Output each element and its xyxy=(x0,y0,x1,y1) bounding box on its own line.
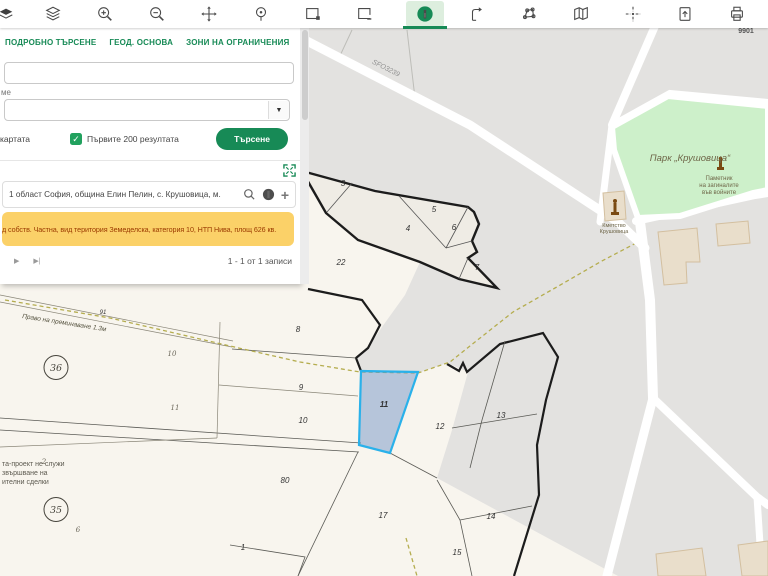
layers-icon[interactable] xyxy=(34,1,72,27)
svg-text:6: 6 xyxy=(452,223,457,232)
svg-text:i: i xyxy=(267,190,269,199)
svg-text:9: 9 xyxy=(299,383,304,392)
svg-text:6: 6 xyxy=(76,526,81,534)
pagination-info: 1 - 1 от 1 записи xyxy=(228,256,292,266)
svg-text:36: 36 xyxy=(50,363,62,374)
last-page-icon[interactable]: ▶| xyxy=(33,257,40,265)
result-row-text: 1 област София, община Елин Пелин, с. Кр… xyxy=(3,190,243,199)
svg-text:ителни сделки: ителни сделки xyxy=(2,479,49,486)
add-result-icon[interactable]: + xyxy=(281,188,289,202)
svg-text:80: 80 xyxy=(281,476,290,485)
pagination: ▶ ▶| 1 - 1 от 1 записи xyxy=(0,252,292,270)
svg-text:във войните: във войните xyxy=(702,189,737,196)
svg-text:1: 1 xyxy=(241,543,245,552)
svg-text:3: 3 xyxy=(341,179,346,188)
top-toolbar: i xyxy=(0,0,768,28)
svg-text:10: 10 xyxy=(299,416,308,425)
quarter-number-label: 9901 xyxy=(738,28,754,35)
result-info-icon[interactable]: i xyxy=(262,188,275,201)
location-pin-icon[interactable] xyxy=(242,1,280,27)
svg-text:10: 10 xyxy=(168,350,177,358)
show-on-map-label: картата xyxy=(0,134,30,144)
svg-text:35: 35 xyxy=(50,505,62,516)
field-label: ме xyxy=(1,88,11,97)
next-page-icon[interactable]: ▶ xyxy=(14,257,19,265)
svg-text:13: 13 xyxy=(497,411,506,420)
svg-text:2: 2 xyxy=(41,458,47,466)
expand-results-icon[interactable] xyxy=(283,164,296,177)
first-200-label: Първите 200 резултата xyxy=(87,134,179,144)
svg-text:8: 8 xyxy=(296,325,301,334)
search-button[interactable]: Търсене xyxy=(216,128,288,150)
map-sheet-icon[interactable] xyxy=(562,1,600,27)
info-icon[interactable]: i xyxy=(406,1,444,27)
panel-scrollbar[interactable] xyxy=(300,28,309,284)
result-row[interactable]: 1 област София, община Елин Пелин, с. Кр… xyxy=(2,181,296,208)
tab-geodetic-basis[interactable]: ГЕОД. ОСНОВА xyxy=(109,38,173,47)
search-result-icon[interactable] xyxy=(243,188,256,201)
tab-restriction-zones[interactable]: ЗОНИ НА ОГРАНИЧЕНИЯ xyxy=(186,38,289,47)
svg-text:4: 4 xyxy=(406,224,411,233)
svg-text:11: 11 xyxy=(171,404,180,412)
svg-text:15: 15 xyxy=(453,548,462,557)
svg-text:звършване на: звършване на xyxy=(2,470,48,477)
measure-corner-icon[interactable] xyxy=(458,1,496,27)
townhall-label: Кметство Крушовица xyxy=(600,223,630,235)
svg-text:Крушовица: Крушовица xyxy=(600,229,630,235)
zoom-out-icon[interactable] xyxy=(138,1,176,27)
svg-text:на загиналите: на загиналите xyxy=(699,183,739,189)
coordinates-icon[interactable] xyxy=(614,1,652,27)
first-200-checkbox[interactable]: ✓ xyxy=(70,133,82,145)
result-detail-text: д собств. Частна, вид територия Земеделс… xyxy=(2,225,276,234)
svg-text:17: 17 xyxy=(379,511,388,520)
zoom-in-icon[interactable] xyxy=(86,1,124,27)
select-rect-icon[interactable] xyxy=(294,1,332,27)
svg-text:i: i xyxy=(424,10,427,21)
measure-area-icon[interactable] xyxy=(510,1,548,27)
pan-icon[interactable] xyxy=(190,1,228,27)
select-extent-icon[interactable] xyxy=(346,1,384,27)
export-page-icon[interactable] xyxy=(666,1,704,27)
svg-text:11: 11 xyxy=(380,400,389,409)
svg-text:91: 91 xyxy=(100,310,107,316)
tab-detailed-search[interactable]: ПОДРОБНО ТЪРСЕНЕ xyxy=(5,38,96,47)
print-icon[interactable] xyxy=(718,1,756,27)
park-name-label: Парк „Крушовица“ xyxy=(650,153,731,164)
search-panel: ПОДРОБНО ТЪРСЕНЕ ГЕОД. ОСНОВА ЗОНИ НА ОГ… xyxy=(0,28,300,284)
svg-text:Паметник: Паметник xyxy=(706,176,733,182)
result-detail-row-highlighted[interactable]: д собств. Частна, вид територия Земеделс… xyxy=(2,212,294,246)
chevron-down-icon[interactable]: ▼ xyxy=(268,101,289,119)
divider xyxy=(0,160,300,161)
svg-text:22: 22 xyxy=(336,258,346,267)
svg-text:7: 7 xyxy=(475,263,480,272)
svg-text:12: 12 xyxy=(436,422,445,431)
svg-text:14: 14 xyxy=(487,512,496,521)
search-input[interactable] xyxy=(4,62,294,84)
layers-filled-icon[interactable] xyxy=(0,1,16,27)
svg-text:та-проект не служи: та-проект не служи xyxy=(2,461,65,468)
dropdown-select[interactable]: ▼ xyxy=(4,99,290,121)
panel-tabs: ПОДРОБНО ТЪРСЕНЕ ГЕОД. ОСНОВА ЗОНИ НА ОГ… xyxy=(0,28,300,53)
svg-text:5: 5 xyxy=(432,205,437,214)
search-controls-row: картата ✓ Първите 200 резултата Търсене xyxy=(0,128,296,150)
